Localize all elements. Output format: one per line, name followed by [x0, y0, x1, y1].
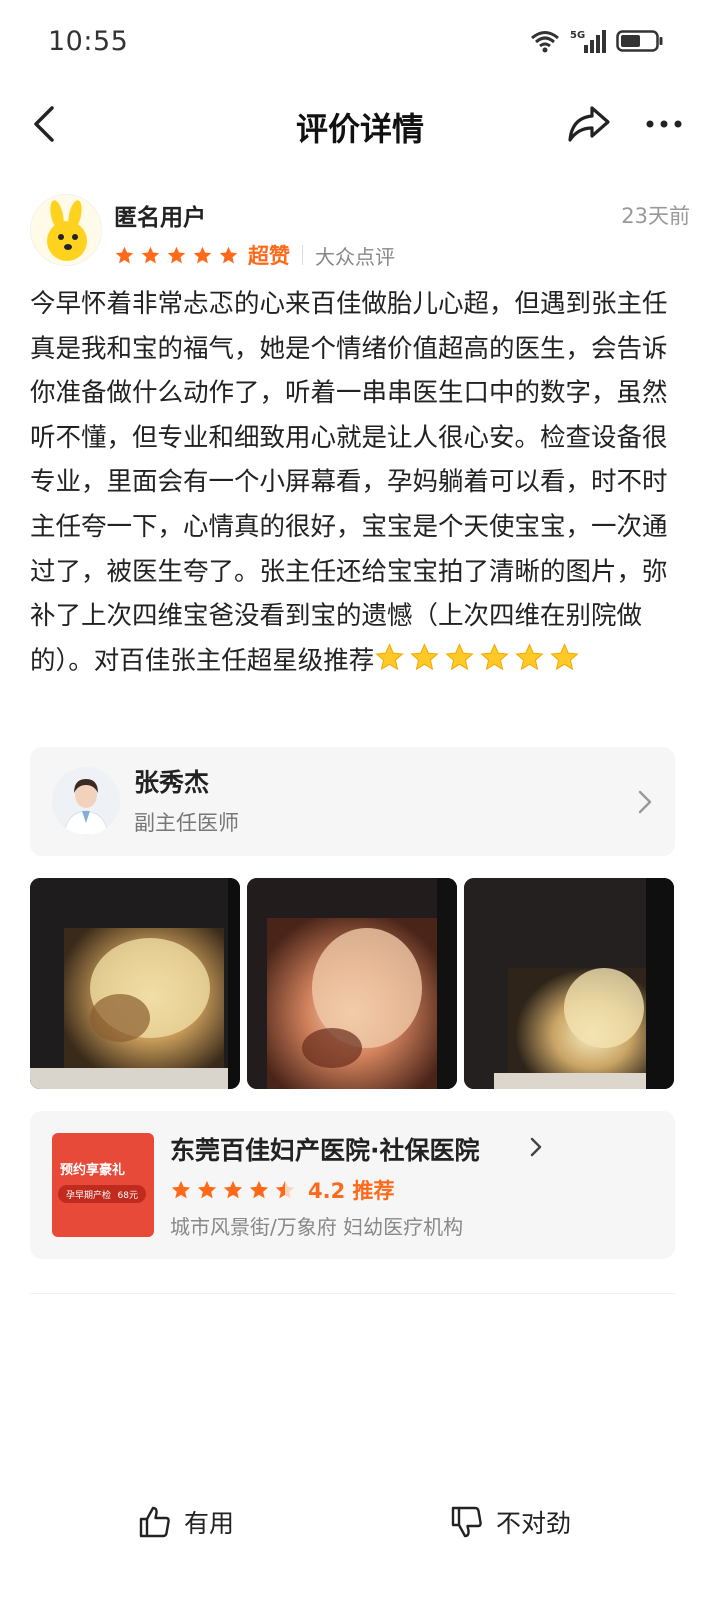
star-icon: [223, 1180, 243, 1199]
star-emoji-icon: [515, 643, 544, 670]
author-name: 匿名用户: [114, 205, 206, 231]
status-icons: 5G: [530, 28, 664, 54]
svg-text:5G: 5G: [570, 30, 585, 41]
more-button[interactable]: [644, 102, 684, 146]
share-icon: [568, 106, 610, 142]
review-text: 今早怀着非常忐忑的心来百佳做胎儿心超，但遇到张主任真是我和宝的福气，她是个情绪价…: [30, 289, 668, 676]
hospital-score: 4.2 推荐: [308, 1179, 395, 1203]
thumb-pill: 孕早期产检 68元: [58, 1185, 146, 1203]
ultrasound-photo-1: [30, 878, 240, 1089]
hospital-card[interactable]: 预约享豪礼 孕早期产检 68元 东莞百佳妇产医院·社保医院 4.2 推荐 城市风…: [30, 1111, 675, 1259]
status-bar: 10:55 5G: [0, 0, 720, 88]
review-author-row: 匿名用户 23天前 超赞 大众点评: [30, 192, 690, 272]
star-icon: [115, 246, 134, 263]
rating-label: 超赞: [248, 244, 290, 268]
star-icon: [141, 246, 160, 263]
star-icon: [167, 246, 186, 263]
useful-label: 有用: [184, 1509, 235, 1538]
star-emoji-icon: [480, 643, 509, 670]
wrong-label: 不对劲: [496, 1509, 572, 1538]
star-emoji-icon: [550, 643, 579, 670]
thumb-item: 孕早期产检: [66, 1190, 112, 1201]
doctor-card[interactable]: 张秀杰 副主任医师: [30, 747, 675, 856]
doctor-title: 副主任医师: [134, 811, 239, 835]
chevron-right-icon: [530, 1137, 542, 1157]
thumb-promo-text: 预约享豪礼: [60, 1163, 126, 1178]
divider: [302, 245, 303, 265]
review-body: 今早怀着非常忐忑的心来百佳做胎儿心超，但遇到张主任真是我和宝的福气，她是个情绪价…: [30, 282, 690, 687]
5g-signal-icon: 5G: [570, 30, 606, 53]
rating-stars: [114, 245, 239, 266]
share-button[interactable]: [566, 102, 612, 146]
hospital-name: 东莞百佳妇产医院·社保医院: [170, 1136, 480, 1165]
review-source: 大众点评: [315, 244, 395, 269]
ultrasound-photo-2: [247, 878, 457, 1089]
wrong-button[interactable]: 不对劲: [450, 1504, 571, 1540]
doctor-avatar-icon: [52, 767, 120, 835]
rating-row: 超赞 大众点评: [114, 240, 395, 270]
hospital-thumbnail: 预约享豪礼 孕早期产检 68元: [52, 1133, 154, 1237]
review-time: 23天前: [621, 204, 690, 228]
emoji-stars: [374, 642, 584, 688]
star-emoji-icon: [375, 643, 404, 670]
review-photo[interactable]: [464, 878, 674, 1089]
review-photo[interactable]: [247, 878, 457, 1089]
status-time: 10:55: [48, 26, 129, 57]
page-title: 评价详情: [295, 110, 424, 148]
star-icon: [249, 1180, 269, 1199]
divider: [30, 1293, 675, 1294]
doctor-name: 张秀杰: [134, 768, 210, 797]
doctor-photo: [52, 767, 120, 835]
half-star-icon: [275, 1180, 295, 1199]
nav-bar: 评价详情: [0, 88, 720, 160]
thumbs-down-icon: [451, 1506, 482, 1538]
star-icon: [219, 246, 238, 263]
star-icon: [197, 1180, 217, 1199]
wifi-icon: [531, 31, 559, 53]
useful-button[interactable]: 有用: [138, 1504, 234, 1540]
more-icon: [646, 120, 682, 128]
star-emoji-icon: [410, 643, 439, 670]
thumb-price: 68元: [117, 1190, 138, 1201]
star-emoji-icon: [445, 643, 474, 670]
star-icon: [193, 246, 212, 263]
battery-icon: [616, 30, 663, 52]
avatar[interactable]: [30, 194, 102, 266]
hospital-rating: 4.2 推荐: [170, 1175, 395, 1205]
chevron-right-icon: [638, 790, 652, 814]
thumbs-up-icon: [139, 1506, 170, 1538]
mascot-avatar-icon: [31, 195, 101, 265]
ultrasound-photo-3: [464, 878, 674, 1089]
review-photos: [30, 878, 675, 1089]
star-icon: [171, 1180, 191, 1199]
review-photo[interactable]: [30, 878, 240, 1089]
hospital-meta: 城市风景街/万象府 妇幼医疗机构: [170, 1215, 464, 1239]
bottom-action-bar: 有用 不对劲: [0, 1490, 720, 1560]
